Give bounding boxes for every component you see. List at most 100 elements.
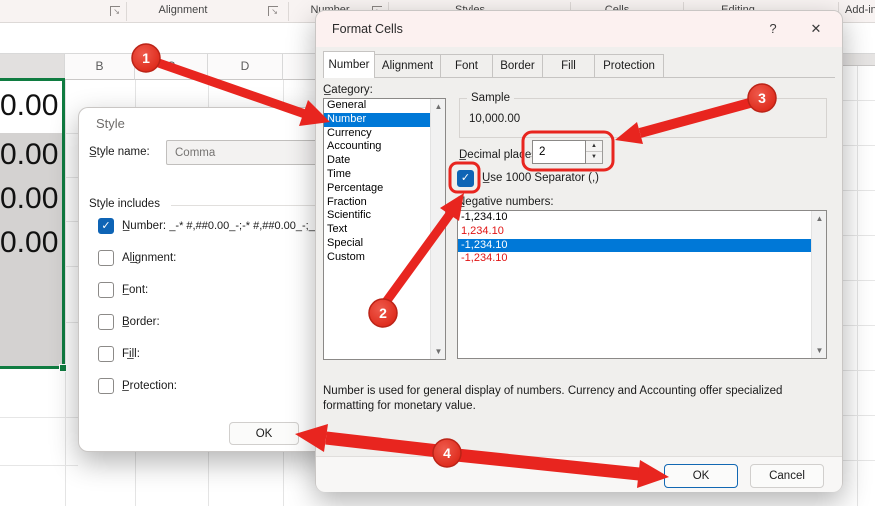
style-dialog-title: Style [96,116,125,131]
tab-font[interactable]: Font [440,54,493,78]
selected-cell-a6[interactable] [0,322,63,367]
number-include-label: N̲umber: _-* #,##0.00_-;-* #,##0.00_-;_- [122,220,332,232]
category-date[interactable]: Date [324,154,445,168]
gridline [843,415,875,416]
gridline [843,325,875,326]
style-dialog: Style S̲tyle name: Style includes ✓ N̲um… [78,107,333,452]
protection-include-label: P̲rotection: [122,380,177,392]
category-number[interactable]: Number [324,113,445,127]
ribbon-divider [126,2,127,21]
gridline [843,235,875,236]
style-includes-label: Style includes [89,198,160,210]
tab-alignment[interactable]: Alignment [374,54,441,78]
sample-label: Sample [467,92,514,104]
selected-cell-a2[interactable]: 0.00 [0,133,63,177]
use-1000-separator-label: U̲se 1000 Separator (,) [482,172,599,184]
protection-checkbox[interactable] [98,378,114,394]
gridline [843,280,875,281]
style-name-label: S̲tyle name: [89,146,150,158]
category-special[interactable]: Special [324,237,445,251]
decimal-places-input[interactable] [532,140,586,164]
category-time[interactable]: Time [324,168,445,182]
column-header-d[interactable]: D [208,54,283,80]
column-header-right-sliver [843,54,875,66]
style-ok-button[interactable]: OK [229,422,299,445]
alignment-checkbox[interactable] [98,250,114,266]
gridline [843,190,875,191]
tab-protection[interactable]: Protection [594,54,664,78]
stepper-up-icon[interactable]: ▲ [586,141,602,152]
fill-include-label: Fi̲ll: [122,348,140,360]
selected-cell-a4[interactable]: 0.00 [0,221,63,266]
selected-cell-a3[interactable]: 0.00 [0,177,63,221]
category-text[interactable]: Text [324,223,445,237]
gridline [843,460,875,461]
category-scientific[interactable]: Scientific [324,209,445,223]
format-cells-title: Format Cells [332,22,403,36]
gridline [0,465,78,466]
tab-fill[interactable]: Fill [542,54,595,78]
gridline [0,417,78,418]
gridline [65,80,66,506]
category-scrollbar[interactable]: ▲ ▼ [430,99,445,359]
format-cells-cancel-button[interactable]: Cancel [750,464,824,488]
selection-border-top [0,78,65,81]
tab-border[interactable]: Border [492,54,543,78]
dialog-launcher-icon[interactable]: ↘ [110,6,120,16]
category-currency[interactable]: Currency [324,127,445,141]
number-checkbox[interactable]: ✓ [98,218,114,234]
negative-option-red-minus[interactable]: -1,234.10 [458,252,826,266]
tab-number[interactable]: Number [323,51,375,78]
category-description: Number is used for general display of nu… [323,384,831,414]
alignment-include-label: Ali̲gnment: [122,252,176,264]
use-1000-separator-checkbox[interactable]: ✓ [457,170,474,187]
negative-option-red[interactable]: 1,234.10 [458,225,826,239]
selection-fill-handle[interactable] [59,364,67,372]
category-fraction[interactable]: Fraction [324,196,445,210]
negative-option-black[interactable]: -1,234.10 [458,211,826,225]
category-general[interactable]: General [324,99,445,113]
selection-border-right [62,78,65,369]
format-cells-ok-button[interactable]: OK [664,464,738,488]
help-icon[interactable]: ? [763,21,783,36]
ribbon-group-addins: Add-ins [845,4,875,19]
close-icon[interactable]: ✕ [806,21,826,37]
scroll-up-icon[interactable]: ▲ [431,99,446,114]
column-header-c[interactable]: C [135,54,208,80]
category-listbox: General Number Currency Accounting Date … [323,98,446,360]
gridline [843,100,875,101]
border-include-label: B̲order: [122,316,160,328]
stepper-down-icon[interactable]: ▼ [586,152,602,163]
fill-checkbox[interactable] [98,346,114,362]
negative-scrollbar[interactable]: ▲ ▼ [811,211,826,358]
active-cell-a1[interactable]: 0.00 [0,80,63,133]
decimal-places-label: D̲ecimal places: [459,149,540,161]
font-checkbox[interactable] [98,282,114,298]
selected-cell-a5[interactable] [0,266,63,322]
gridline [843,370,875,371]
column-header-b[interactable]: B [65,54,135,80]
scroll-down-icon[interactable]: ▼ [431,344,446,359]
category-custom[interactable]: Custom [324,251,445,265]
group-divider [171,205,334,206]
number-include-text: N̲umber: [122,220,166,232]
negative-numbers-listbox: -1,234.10 1,234.10 -1,234.10 -1,234.10 ▲… [457,210,827,359]
negative-option-selected[interactable]: -1,234.10 [458,239,826,253]
column-header-a-selected[interactable] [0,54,65,80]
gridline [843,145,875,146]
ribbon-divider [288,2,289,21]
font-include-label: F̲ont: [122,284,148,296]
negative-numbers-label: N̲egative numbers: [457,196,554,208]
selection-border-bottom [0,366,65,369]
alignment-dialog-launcher-icon[interactable]: ↘ [268,6,278,16]
sample-value: 10,000.00 [469,113,520,125]
category-accounting[interactable]: Accounting [324,140,445,154]
category-percentage[interactable]: Percentage [324,182,445,196]
scroll-up-icon[interactable]: ▲ [812,211,827,226]
decimal-places-stepper[interactable]: ▲ ▼ [586,140,603,164]
gridline [857,66,858,506]
border-checkbox[interactable] [98,314,114,330]
scroll-down-icon[interactable]: ▼ [812,343,827,358]
style-name-input[interactable] [166,140,334,165]
number-format-code: _-* #,##0.00_-;-* #,##0.00_-;_- [169,220,318,232]
